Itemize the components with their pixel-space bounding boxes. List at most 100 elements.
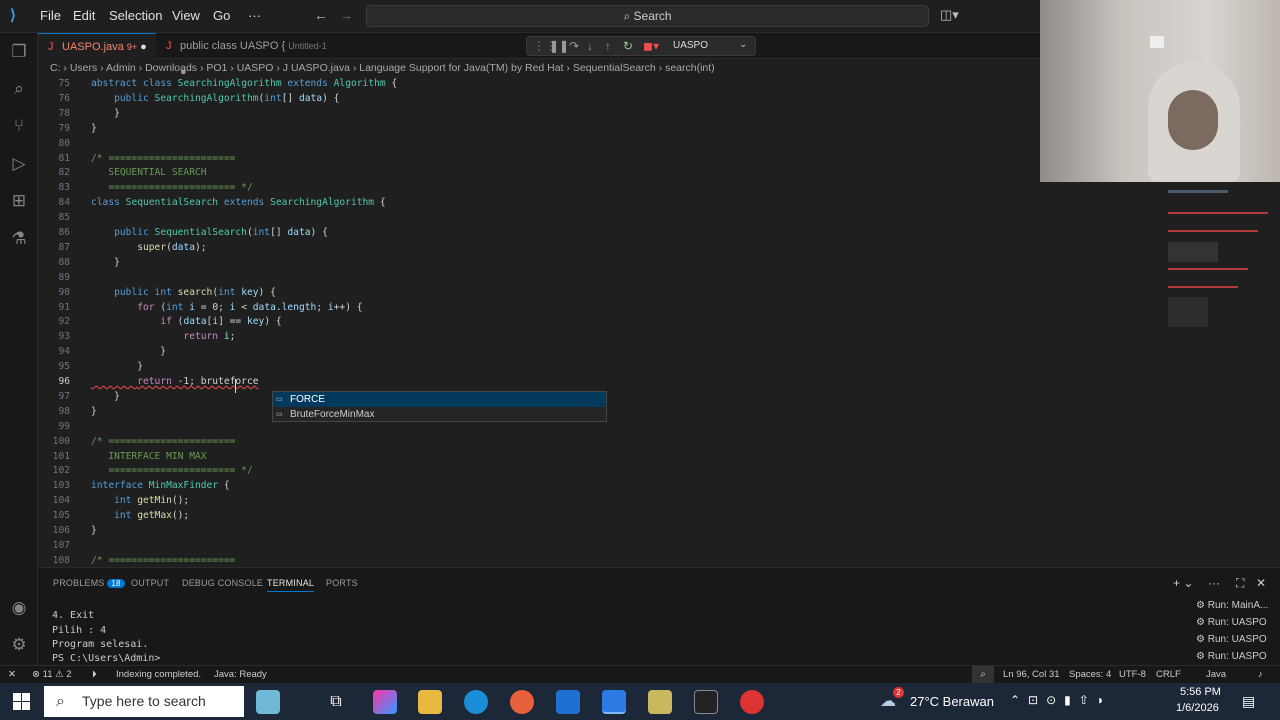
code-line[interactable]: return -1; bruteforce: [91, 376, 258, 387]
firefox-icon[interactable]: [510, 690, 534, 714]
tab-terminal[interactable]: TERMINAL: [267, 578, 315, 592]
more-actions-icon[interactable]: ···: [1208, 576, 1220, 590]
code-line[interactable]: }: [91, 123, 97, 134]
code-editor[interactable]: 75 abstract class SearchingAlgorithm exte…: [38, 77, 1040, 567]
vscode-taskbar-icon[interactable]: [602, 690, 626, 714]
close-panel-icon[interactable]: ✕: [1256, 576, 1266, 590]
terminal-instance[interactable]: ⚙ Run: UASPO: [1196, 651, 1267, 662]
file-explorer-icon[interactable]: [418, 690, 442, 714]
step-into-icon[interactable]: ↓: [587, 39, 593, 53]
taskbar-search[interactable]: ⌕ Type here to search: [44, 686, 244, 717]
code-line[interactable]: ====================== */: [91, 182, 252, 193]
settings-gear-icon[interactable]: ⚙: [8, 634, 30, 656]
code-line[interactable]: /* ======================: [91, 153, 235, 164]
source-control-icon[interactable]: ⑂: [8, 115, 30, 137]
tab-uaspo-java[interactable]: J UASPO.java 9+ ●: [38, 33, 156, 59]
forward-arrow-icon[interactable]: →: [339, 7, 353, 23]
search-sidebar-icon[interactable]: ⌕: [8, 78, 30, 100]
copilot-app-icon[interactable]: [373, 690, 397, 714]
clock-date[interactable]: 1/6/2026: [1176, 702, 1219, 714]
suggestion-item[interactable]: ▭ BruteForceMinMax: [273, 407, 606, 422]
menu-more[interactable]: ···: [248, 8, 261, 23]
notification-center-icon[interactable]: ▤: [1242, 693, 1255, 710]
new-terminal-icon[interactable]: + ⌄: [1173, 576, 1193, 590]
code-line[interactable]: /* ======================: [91, 555, 235, 566]
stop-icon[interactable]: ◼▾: [643, 39, 659, 53]
language-mode[interactable]: Java: [1206, 666, 1226, 683]
code-line[interactable]: }: [91, 257, 120, 268]
code-line[interactable]: super(data);: [91, 242, 206, 253]
unsaved-dot-icon[interactable]: ●: [140, 41, 147, 53]
code-line[interactable]: INTERFACE MIN MAX: [91, 451, 206, 462]
chevron-down-icon[interactable]: ⌄: [739, 39, 747, 50]
code-line[interactable]: abstract class SearchingAlgorithm extend…: [91, 78, 397, 89]
edge-icon[interactable]: [464, 690, 488, 714]
ports-icon[interactable]: ⏵: [92, 666, 97, 683]
cursor-position[interactable]: Ln 96, Col 31: [1003, 666, 1060, 683]
code-line[interactable]: }: [91, 525, 97, 536]
minimap[interactable]: [1160, 182, 1280, 342]
news-widget-icon[interactable]: [256, 690, 280, 714]
menu-file[interactable]: File: [40, 8, 61, 23]
code-line[interactable]: /* ======================: [91, 436, 235, 447]
menu-edit[interactable]: Edit: [73, 8, 95, 23]
notepad-icon[interactable]: [648, 690, 672, 714]
code-line[interactable]: }: [91, 361, 143, 372]
step-over-icon[interactable]: ↷: [569, 39, 579, 53]
back-arrow-icon[interactable]: ←: [314, 7, 328, 23]
code-line[interactable]: SEQUENTIAL SEARCH: [91, 167, 206, 178]
encoding[interactable]: UTF-8: [1119, 666, 1146, 683]
weather-text[interactable]: 27°C Berawan: [910, 694, 994, 709]
tab-output[interactable]: OUTPUT: [131, 578, 169, 588]
run-debug-icon[interactable]: ▷: [8, 153, 30, 175]
code-line[interactable]: interface MinMaxFinder {: [91, 480, 230, 491]
code-line[interactable]: int getMax();: [91, 510, 189, 521]
code-line[interactable]: public SearchingAlgorithm(int[] data) {: [91, 93, 339, 104]
code-line[interactable]: int getMin();: [91, 495, 189, 506]
terminal-instance[interactable]: ⚙ Run: UASPO: [1196, 617, 1267, 628]
outlook-icon[interactable]: [556, 690, 580, 714]
terminal-instance[interactable]: ⚙ Run: UASPO: [1196, 634, 1267, 645]
restart-icon[interactable]: ↻: [623, 39, 633, 53]
menu-selection[interactable]: Selection: [109, 8, 162, 23]
code-line[interactable]: ====================== */: [91, 465, 252, 476]
testing-icon[interactable]: ⚗: [8, 228, 30, 250]
account-icon[interactable]: ◉: [8, 597, 30, 619]
menu-go[interactable]: Go: [213, 8, 230, 23]
zoom-icon[interactable]: ⌕: [972, 666, 994, 683]
indentation[interactable]: Spaces: 4: [1069, 666, 1111, 683]
command-search-box[interactable]: ⌕ Search: [366, 5, 929, 27]
code-line[interactable]: }: [91, 406, 97, 417]
terminal-prompt[interactable]: PS C:\Users\Admin>: [52, 653, 166, 664]
breadcrumb[interactable]: C: › Users › Admin › Downloads › PO1 › U…: [38, 59, 1040, 77]
notifications-bell-icon[interactable]: ♪: [1258, 666, 1263, 683]
tab-untitled[interactable]: J public class UASPO { Untitled-1 ●: [156, 33, 336, 78]
tab-problems[interactable]: PROBLEMS 18: [53, 578, 125, 588]
extensions-icon[interactable]: ⊞: [8, 190, 30, 212]
menu-view[interactable]: View: [172, 8, 200, 23]
suggestion-item[interactable]: ▭ FORCE: [273, 392, 606, 407]
tab-ports[interactable]: PORTS: [326, 578, 358, 588]
java-status[interactable]: Java: Ready: [214, 666, 267, 683]
remote-icon[interactable]: ✕: [8, 666, 16, 683]
system-tray-icons[interactable]: ⌃⊡⊙▮⇧◗: [1010, 693, 1112, 707]
task-view-icon[interactable]: ⧉: [324, 690, 348, 714]
code-line[interactable]: }: [91, 108, 120, 119]
clock-time[interactable]: 5:56 PM: [1180, 686, 1221, 698]
code-line[interactable]: return i;: [91, 331, 235, 342]
code-line[interactable]: }: [91, 391, 120, 402]
debug-config-select[interactable]: UASPO: [673, 40, 708, 51]
obs-icon[interactable]: [740, 690, 764, 714]
problems-status[interactable]: ⊗ 11 ⚠ 2: [32, 666, 72, 683]
pause-icon[interactable]: ❚❚: [549, 39, 569, 53]
windows-start-icon[interactable]: [13, 693, 30, 710]
line-ending[interactable]: CRLF: [1156, 666, 1181, 683]
terminal-instance[interactable]: ⚙ Run: MainA...: [1196, 600, 1268, 611]
tab-debug-console[interactable]: DEBUG CONSOLE: [182, 578, 263, 588]
copilot-icon[interactable]: ◫▾: [940, 7, 959, 23]
step-out-icon[interactable]: ↑: [605, 39, 611, 53]
explorer-icon[interactable]: ❐: [8, 41, 30, 63]
code-line[interactable]: class SequentialSearch extends Searching…: [91, 197, 386, 208]
terminal-app-icon[interactable]: [694, 690, 718, 714]
code-line[interactable]: public SequentialSearch(int[] data) {: [91, 227, 328, 238]
